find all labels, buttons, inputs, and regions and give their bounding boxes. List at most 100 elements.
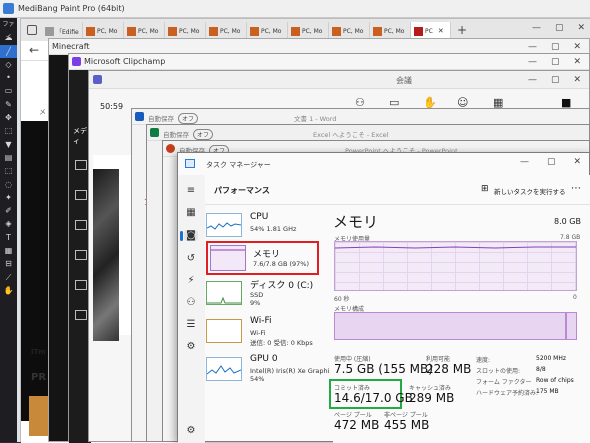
templates-icon[interactable] xyxy=(75,220,87,230)
maximize-icon[interactable]: ▢ xyxy=(547,157,556,167)
tab-favicon-icon xyxy=(86,26,95,36)
brush-icon[interactable]: ╱ xyxy=(0,44,17,58)
clipchamp-title: Microsoft Clipchamp xyxy=(84,57,166,66)
maximize-icon[interactable]: ▢ xyxy=(551,75,560,85)
new-tab-icon[interactable]: + xyxy=(457,23,467,37)
close-icon[interactable]: ✕ xyxy=(573,57,581,67)
app-history-icon[interactable]: ↺ xyxy=(184,253,198,264)
minimize-icon[interactable]: — xyxy=(528,75,537,85)
cloud-icon[interactable]: ☁ xyxy=(0,31,17,44)
move-icon[interactable]: ✥ xyxy=(0,111,17,124)
close-icon[interactable]: ✕ xyxy=(577,23,585,33)
performance-icon[interactable]: ◙ xyxy=(184,230,198,241)
autosave-toggle[interactable]: オフ xyxy=(178,113,199,124)
eyedropper-icon[interactable]: ⟋ xyxy=(0,271,17,284)
dot-icon[interactable]: • xyxy=(0,71,17,84)
word-icon xyxy=(135,112,144,121)
composition-divider xyxy=(565,313,567,339)
form-factor-value: Row of chips xyxy=(536,377,574,384)
more-options-icon[interactable]: ⋯ xyxy=(571,183,581,194)
pen-icon[interactable]: ✎ xyxy=(0,98,17,111)
perf-item-wifi[interactable]: Wi-Fi Wi-Fi 送信: 0 受信: 0 Kbps xyxy=(206,315,321,351)
close-icon[interactable]: ✕ xyxy=(573,75,581,85)
lasso-icon[interactable]: ◌ xyxy=(0,178,17,191)
meeting-title: 会議 xyxy=(396,76,412,85)
tab-favicon-icon xyxy=(414,26,423,36)
tab-label: PC, Mo xyxy=(179,27,200,35)
cpu-graph xyxy=(206,213,242,237)
minimize-icon[interactable]: — xyxy=(528,42,537,52)
menu-file[interactable]: ファイ xyxy=(0,18,17,41)
text-icon[interactable]: T xyxy=(0,231,17,244)
excel-icon xyxy=(150,128,159,137)
hamburger-icon[interactable]: ≡ xyxy=(184,185,198,196)
tab-favicon-icon xyxy=(250,26,259,36)
rect-icon[interactable]: ▭ xyxy=(0,84,17,97)
teams-icon xyxy=(93,75,102,84)
perf-item-gpu[interactable]: GPU 0 Intel(R) Iris(R) Xe Graphi 54% xyxy=(206,353,329,389)
minimize-icon[interactable]: — xyxy=(532,23,541,33)
stock-icon[interactable] xyxy=(75,280,87,290)
details-icon[interactable]: ☰ xyxy=(184,319,198,330)
perf-item-name: Wi-Fi xyxy=(250,316,272,326)
powerpoint-icon xyxy=(166,144,175,153)
music-icon[interactable] xyxy=(75,250,87,260)
services-icon[interactable]: ⚙ xyxy=(184,341,198,352)
wand-icon[interactable]: ✦ xyxy=(0,191,17,204)
tab-label: PC, Mo xyxy=(261,27,282,35)
perf-item-cpu[interactable]: CPU 54% 1.81 GHz xyxy=(206,209,321,245)
select-pen-icon[interactable]: ✐ xyxy=(0,204,17,217)
select-icon[interactable]: ⬚ xyxy=(0,164,17,177)
perf-item-disk[interactable]: ディスク 0 (C:) SSD 9% xyxy=(206,277,321,313)
cache-value: 289 MB xyxy=(409,391,455,405)
run-task-icon[interactable]: ⊞ xyxy=(481,184,489,194)
transform-icon[interactable]: ⬚ xyxy=(0,124,17,137)
tab-favicon-icon xyxy=(291,26,300,36)
tab-label: PC, Mo xyxy=(220,27,241,35)
divide-icon[interactable]: ⊟ xyxy=(0,257,17,270)
text-icon[interactable] xyxy=(75,310,87,320)
select-eraser-icon[interactable]: ◈ xyxy=(0,217,17,230)
processes-icon[interactable]: ▦ xyxy=(184,207,198,218)
perf-item-memory[interactable]: メモリ 7.6/7.8 GB (97%) xyxy=(206,241,319,275)
perf-item-sub2: 54% xyxy=(250,375,265,383)
fill-icon[interactable]: ▼ xyxy=(0,138,17,151)
tab-label: PC, Mo xyxy=(302,27,323,35)
back-icon[interactable]: ← xyxy=(29,43,39,57)
run-task-button[interactable]: 新しいタスクを実行する xyxy=(494,186,566,196)
minimize-icon[interactable]: — xyxy=(528,57,537,67)
gpu-graph xyxy=(206,357,242,381)
media-icon[interactable] xyxy=(75,160,87,170)
tab-label: PC, Mo xyxy=(384,27,405,35)
minimize-icon[interactable]: — xyxy=(520,157,529,167)
settings-icon[interactable]: ⚙ xyxy=(184,425,198,436)
page-fragment: メ xyxy=(39,108,46,116)
users-icon[interactable]: ⚇ xyxy=(184,297,198,308)
word-titlebar: 自動保存 オフ 文書 1 - Word xyxy=(132,109,589,125)
window-controls: — ▢ ✕ xyxy=(528,75,581,85)
workspace-icon[interactable] xyxy=(27,25,37,35)
commit-value: 14.6/17.0 GB xyxy=(334,391,413,405)
tab-favicon-icon xyxy=(45,26,54,36)
autosave-toggle[interactable]: オフ xyxy=(193,129,214,140)
hand-icon[interactable]: ✋ xyxy=(0,284,17,297)
perf-item-sub: Intel(R) Iris(R) Xe Graphi xyxy=(250,367,330,375)
memory-total: 8.0 GB xyxy=(554,217,581,226)
maximize-icon[interactable]: ▢ xyxy=(555,23,564,33)
close-icon[interactable]: ✕ xyxy=(573,157,581,167)
close-tab-icon[interactable]: ✕ xyxy=(438,27,444,35)
maximize-icon[interactable]: ▢ xyxy=(551,42,560,52)
record-icon[interactable] xyxy=(75,190,87,200)
tab-favicon-icon xyxy=(168,26,177,36)
frame-icon[interactable]: ▦ xyxy=(0,244,17,257)
memory-heading: メモリ xyxy=(333,213,379,231)
available-value: 228 MB xyxy=(426,362,472,376)
minecraft-content xyxy=(49,55,69,441)
eraser-icon[interactable]: ◇ xyxy=(0,58,17,71)
document-title: 文書 1 - Word xyxy=(294,115,337,123)
maximize-icon[interactable]: ▢ xyxy=(551,57,560,67)
gradient-icon[interactable]: ▤ xyxy=(0,151,17,164)
task-manager-icon xyxy=(185,159,195,168)
startup-icon[interactable]: ⚡ xyxy=(184,275,198,286)
close-icon[interactable]: ✕ xyxy=(573,42,581,52)
